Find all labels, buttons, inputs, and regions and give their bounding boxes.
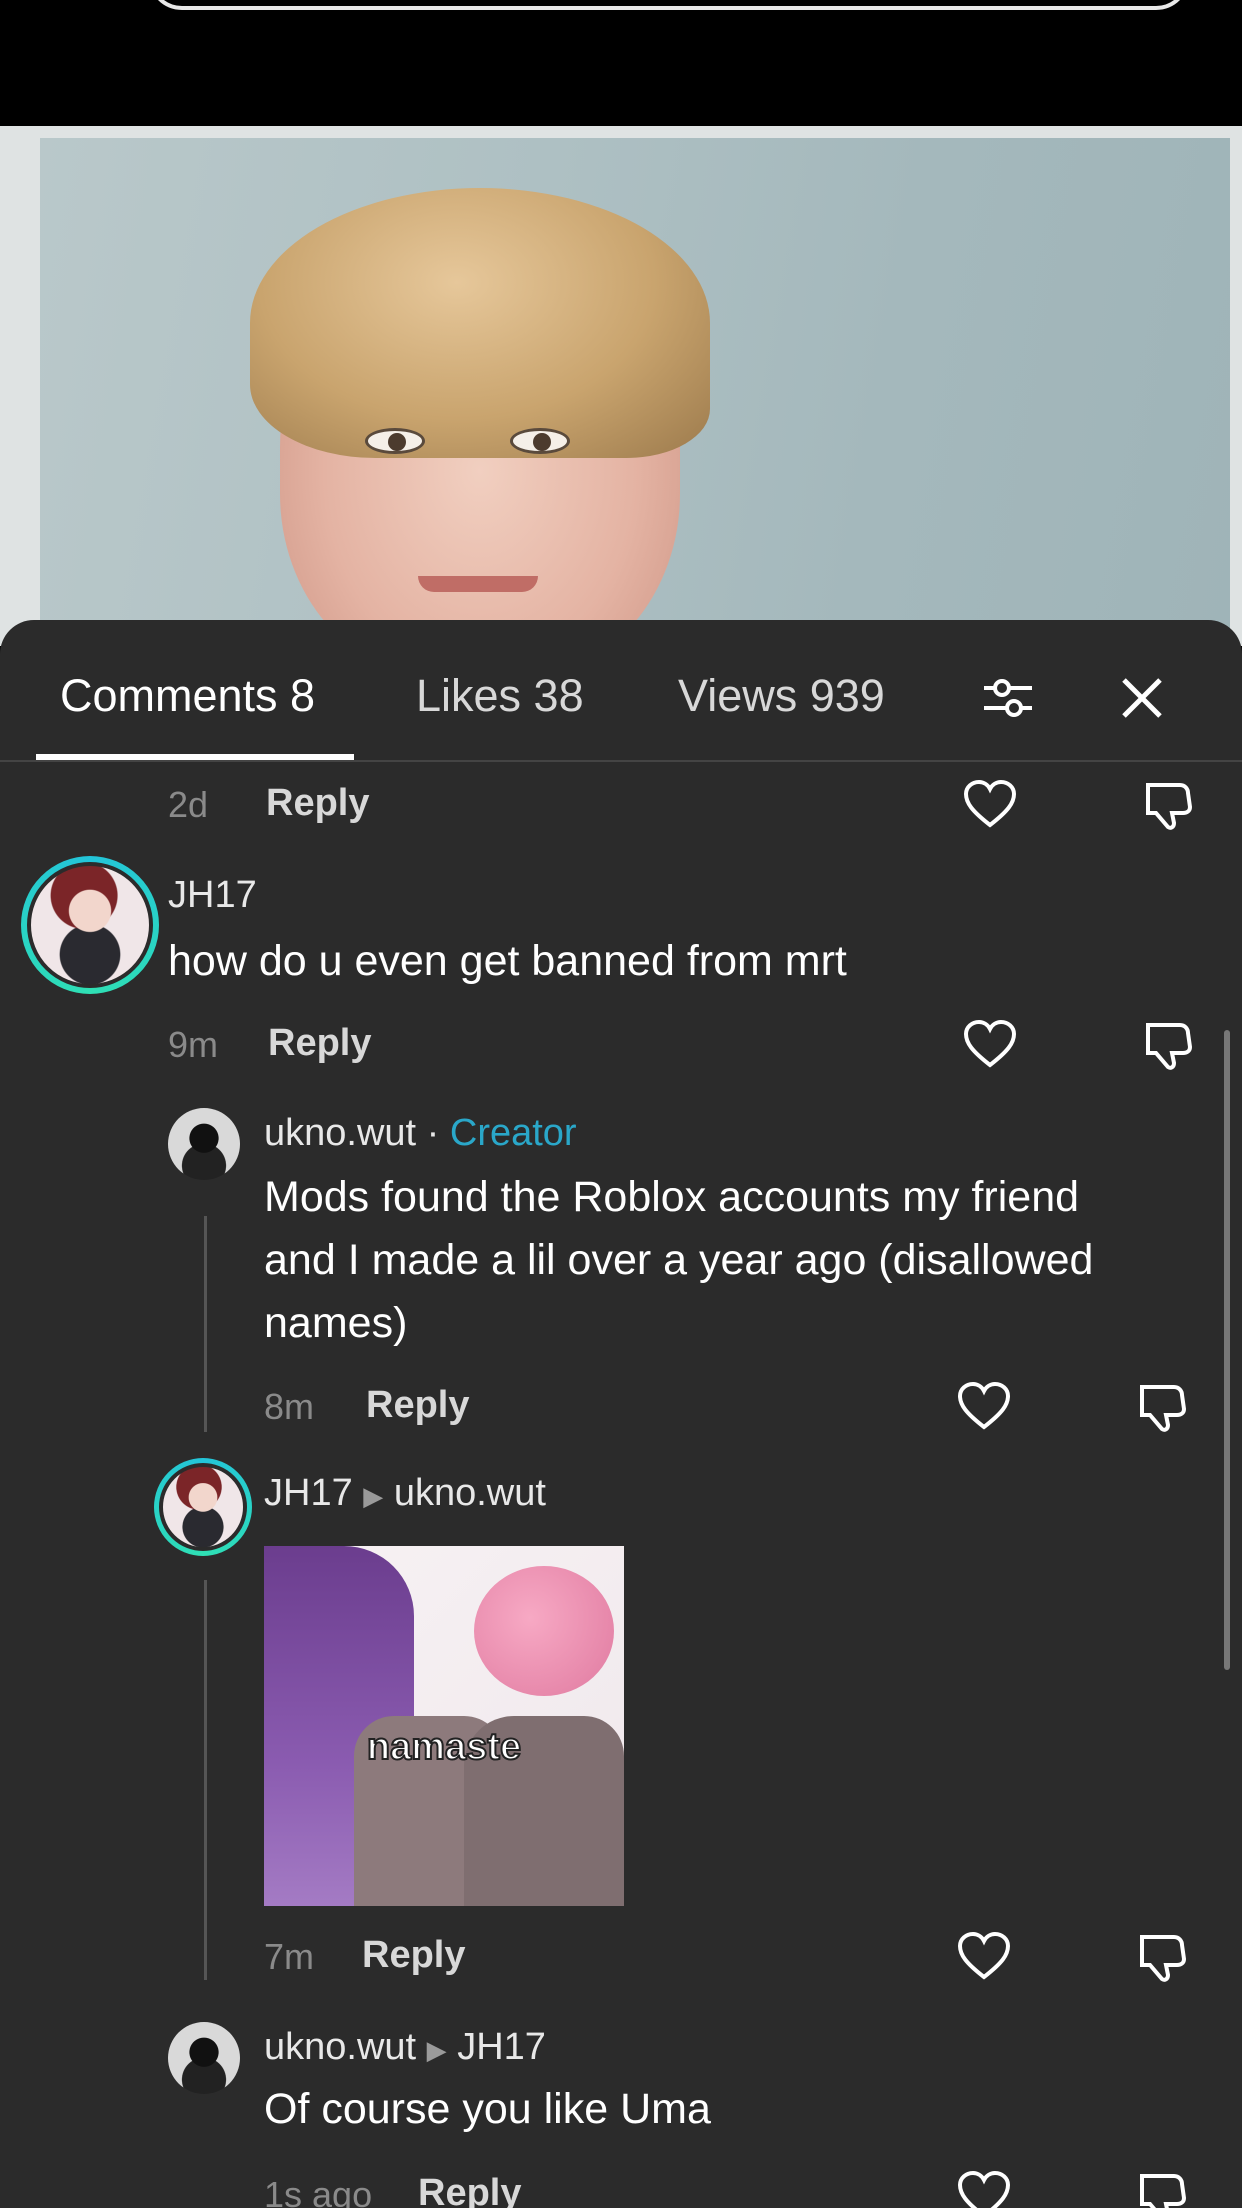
comments-sheet: Comments 8 Likes 38 Views 939: [0, 620, 1242, 2208]
reply-to-username[interactable]: ukno.wut: [394, 1472, 546, 1514]
reply-button[interactable]: Reply: [418, 2172, 521, 2208]
image-caption: namaste: [366, 1725, 522, 1769]
search-bar[interactable]: [148, 0, 1190, 10]
reply-button[interactable]: Reply: [268, 1022, 371, 1065]
filter-sliders-icon[interactable]: [978, 668, 1038, 728]
comment-text: Of course you like Uma: [264, 2085, 711, 2133]
dislike-icon[interactable]: [1134, 1929, 1190, 1985]
creator-badge: Creator: [449, 1112, 577, 1154]
comment-text-line: Mods found the Roblox accounts my friend: [264, 1173, 1080, 1221]
eye-left: [365, 428, 425, 454]
heart-icon[interactable]: [962, 777, 1018, 833]
tab-bar: Comments 8 Likes 38 Views 939: [0, 620, 1242, 762]
dislike-icon[interactable]: [1134, 1379, 1190, 1435]
comment-image[interactable]: namaste: [264, 1546, 624, 1906]
reply-button[interactable]: Reply: [266, 782, 369, 825]
comment-time: 1s ago: [264, 2174, 373, 2208]
comment-text: how do u even get banned from mrt: [168, 937, 847, 985]
reply-button[interactable]: Reply: [366, 1384, 469, 1427]
comment-time: 7m: [264, 1936, 315, 1977]
mouth: [418, 576, 538, 592]
scrollbar[interactable]: [1224, 1030, 1230, 1670]
heart-icon[interactable]: [956, 1929, 1012, 1985]
tab-views[interactable]: Views 939: [678, 670, 885, 722]
heart-icon[interactable]: [962, 1017, 1018, 1073]
dislike-icon[interactable]: [1134, 2168, 1190, 2208]
close-icon[interactable]: [1112, 668, 1172, 728]
reply-button[interactable]: Reply: [362, 1934, 465, 1977]
avatar[interactable]: [168, 2022, 240, 2094]
figure-pink-hair: [474, 1566, 614, 1696]
avatar[interactable]: [159, 1463, 247, 1551]
comment-text-line: names): [264, 1299, 408, 1347]
tab-likes[interactable]: Likes 38: [416, 670, 584, 722]
comment-text: Mods found the Roblox accounts my friend…: [264, 1166, 1214, 1355]
comment-username[interactable]: ukno.wut: [264, 2026, 416, 2068]
avatar[interactable]: [168, 1108, 240, 1180]
heart-icon[interactable]: [956, 2168, 1012, 2208]
active-tab-indicator: [36, 754, 354, 760]
comment-time: 9m: [168, 1024, 219, 1065]
dislike-icon[interactable]: [1140, 1017, 1196, 1073]
comment-username[interactable]: ukno.wut: [264, 1112, 416, 1154]
comment-header: JH17 ▶ ukno.wut: [264, 1472, 546, 1515]
thread-line: [204, 1216, 207, 1432]
comment-text-line: and I made a lil over a year ago (disall…: [264, 1236, 1094, 1284]
play-arrow-icon: ▶: [426, 2035, 447, 2065]
tab-comments[interactable]: Comments 8: [60, 670, 315, 722]
comment-header: ukno.wut ▶ JH17: [264, 2026, 546, 2069]
video-frame: [40, 138, 1230, 646]
heart-icon[interactable]: [956, 1379, 1012, 1435]
comment-time: 2d: [168, 784, 209, 825]
comment-username[interactable]: JH17: [264, 1472, 353, 1514]
video-preview[interactable]: [0, 126, 1242, 646]
reply-to-username[interactable]: JH17: [457, 2026, 546, 2068]
thread-line: [204, 1580, 207, 1980]
comment-time: 8m: [264, 1386, 315, 1427]
avatar[interactable]: [27, 862, 153, 988]
hair-figure: [250, 188, 710, 458]
eye-right: [510, 428, 570, 454]
comment-header: ukno.wut · Creator: [264, 1112, 577, 1155]
separator-dot: ·: [426, 1112, 440, 1154]
play-arrow-icon: ▶: [363, 1481, 384, 1511]
comment-username[interactable]: JH17: [168, 874, 257, 917]
dislike-icon[interactable]: [1140, 777, 1196, 833]
